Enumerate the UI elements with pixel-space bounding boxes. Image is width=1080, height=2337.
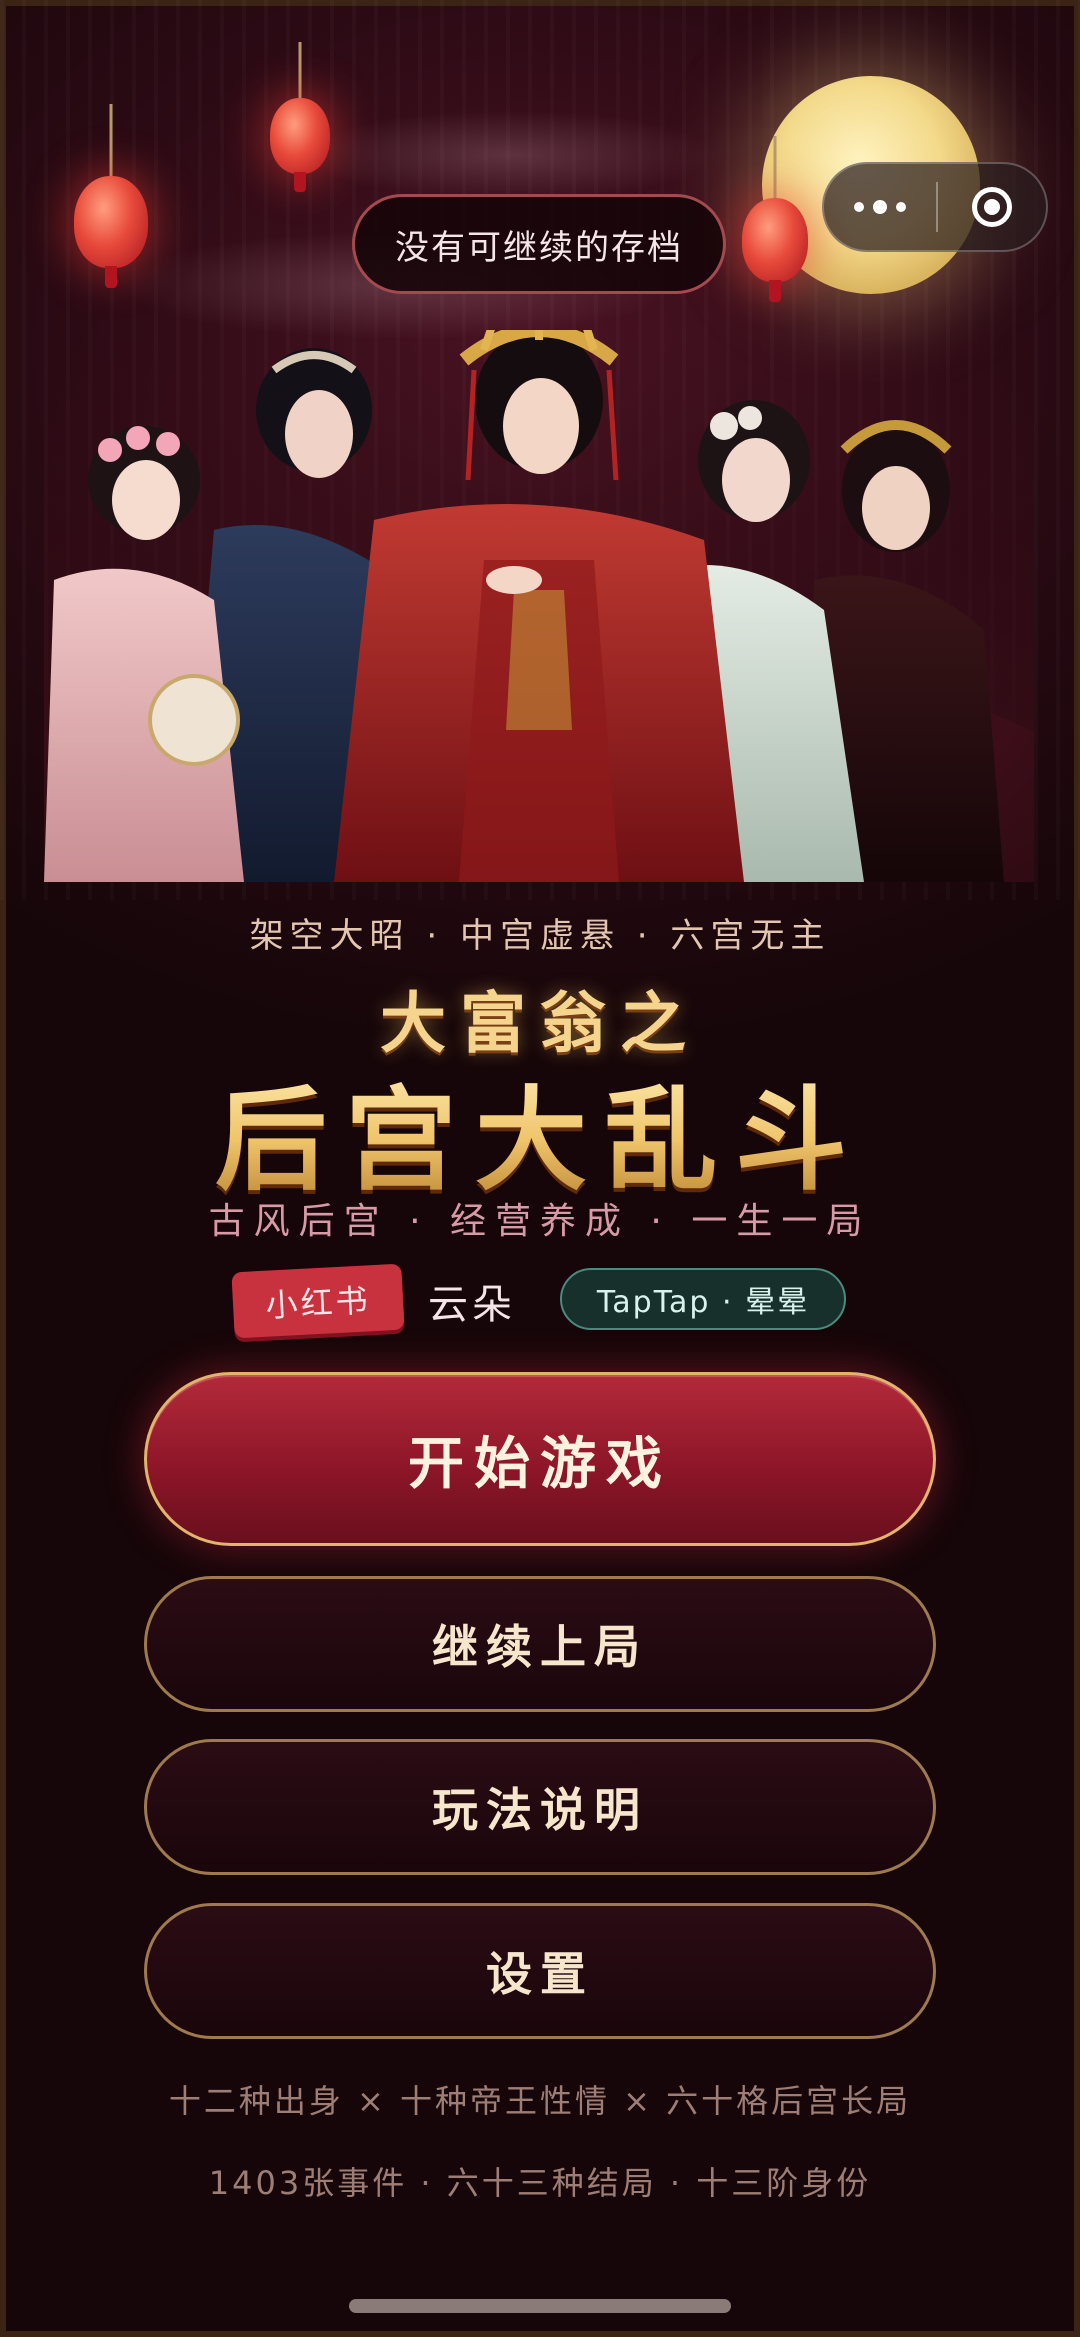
lantern-icon [270,42,330,198]
lantern-icon [742,136,808,306]
ellipsis-icon[interactable] [824,164,936,250]
banner-illustration [44,330,1034,882]
home-indicator[interactable] [349,2299,731,2313]
settings-button[interactable]: 设置 [144,1903,936,2039]
feature-line-2: 1403张事件 · 六十三种结局 · 十三阶身份 [208,2164,872,2202]
mini-program-capsule [822,162,1048,252]
start-game-label: 开始游戏 [408,1431,672,1497]
palace-ladies-illustration [44,330,1004,882]
continue-game-label: 继续上局 [432,1620,648,1674]
mist-cloud [300,110,720,200]
lantern-icon [74,104,148,294]
taptap-badge: TapTap · 晕晕 [560,1268,846,1330]
genre-tagline: 古风后宫 · 经营养成 · 一生一局 [208,1201,872,1242]
xiaohongshu-badge: 小红书 [231,1263,405,1339]
continue-game-button[interactable]: 继续上局 [144,1576,936,1712]
lady-pink-robe [44,426,244,882]
how-to-play-label: 玩法说明 [432,1783,648,1837]
lady-empress-red-robe [334,330,744,882]
title-screen: 没有可继续的存档 架空大昭 · 中宫虚悬 · 六宫无主 大富翁之 后宫大乱斗 古… [0,0,1080,2337]
how-to-play-button[interactable]: 玩法说明 [144,1739,936,1875]
start-game-button[interactable]: 开始游戏 [144,1372,936,1546]
no-save-toast: 没有可继续的存档 [352,194,726,294]
game-title: 后宫大乱斗 [0,1050,1080,1212]
author-name: 云朵 [428,1282,516,1328]
setting-subtitle: 架空大昭 · 中宫虚悬 · 六宫无主 [249,916,831,956]
feature-line-1: 十二种出身 × 十种帝王性情 × 六十格后宫长局 [168,2082,912,2120]
target-close-icon[interactable] [938,187,1046,227]
toast-text: 没有可继续的存档 [395,227,683,268]
credits-row: 小红书 云朵 TapTap · 晕晕 [0,1263,1080,1339]
settings-label: 设置 [486,1947,594,2001]
